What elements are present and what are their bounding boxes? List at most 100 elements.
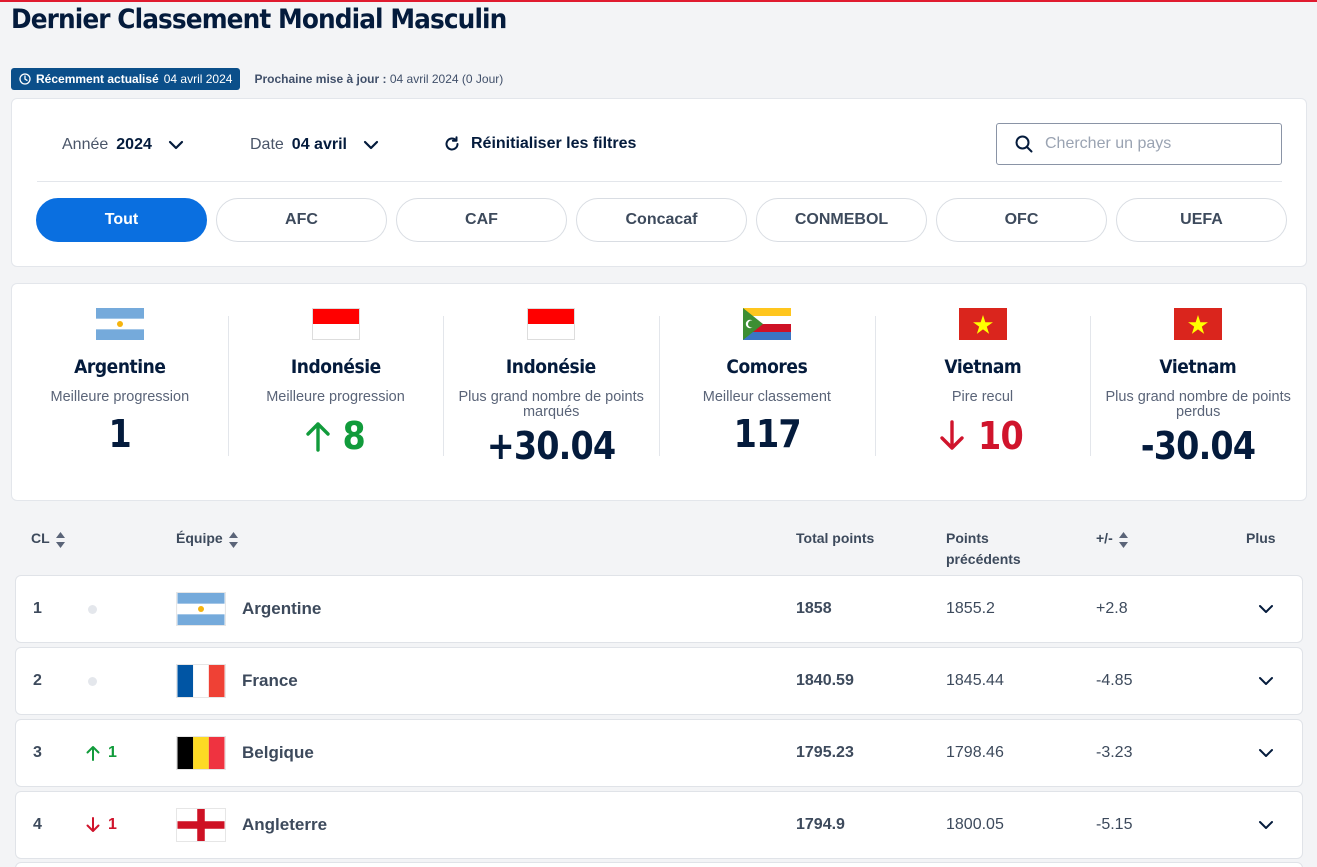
argentina-flag-icon bbox=[95, 308, 144, 340]
row-team[interactable]: Argentine bbox=[242, 599, 321, 619]
column-rank-label: CL bbox=[31, 530, 50, 546]
stat-card[interactable]: Indonésie Meilleure progression 8 bbox=[227, 284, 444, 500]
tab-caf[interactable]: CAF bbox=[396, 198, 567, 242]
stat-value: -30.04 bbox=[1090, 424, 1306, 468]
refresh-icon bbox=[445, 136, 459, 151]
row-previous-points: 1800.05 bbox=[946, 816, 1004, 833]
chevron-down-icon[interactable] bbox=[1258, 603, 1274, 615]
rank-change-up: 1 bbox=[86, 744, 117, 762]
chevron-down-icon[interactable] bbox=[1258, 819, 1274, 831]
tab-tout[interactable]: Tout bbox=[36, 198, 207, 242]
date-value: 04 avril bbox=[291, 136, 347, 153]
search-icon bbox=[1015, 135, 1033, 153]
stat-country: Indonésie bbox=[290, 356, 381, 378]
chevron-down-icon[interactable] bbox=[1258, 675, 1274, 687]
rank-change-down: 1 bbox=[86, 816, 117, 834]
next-update-label: Prochaine mise à jour : bbox=[254, 72, 387, 86]
row-team[interactable]: France bbox=[242, 671, 298, 691]
updated-date: 04 avril 2024 bbox=[163, 72, 233, 86]
filter-divider bbox=[37, 181, 1282, 182]
stat-card[interactable]: Vietnam Pire recul 10 bbox=[874, 284, 1091, 500]
arrow-up-icon bbox=[86, 746, 100, 761]
stat-card[interactable]: Comores Meilleur classement 117 bbox=[659, 284, 875, 500]
no-change-dot bbox=[88, 677, 97, 686]
search-box[interactable] bbox=[996, 123, 1282, 165]
column-team[interactable]: Équipe bbox=[176, 528, 238, 549]
row-rank: 3 bbox=[33, 744, 42, 761]
table-row-partial bbox=[15, 862, 1303, 867]
search-input[interactable] bbox=[1045, 135, 1265, 153]
stat-description: Plus grand nombre de points perdus bbox=[1105, 389, 1291, 420]
date-label: Date bbox=[250, 136, 284, 153]
tab-uefa[interactable]: UEFA bbox=[1116, 198, 1287, 242]
table-row[interactable]: 4 1 Angleterre 1794.9 1800.05 -5.15 bbox=[15, 791, 1303, 859]
table-row[interactable]: 1 Argentine 1858 1855.2 +2.8 bbox=[15, 575, 1303, 643]
updated-label: Récemment actualisé bbox=[36, 72, 159, 86]
belgium-flag-icon bbox=[176, 736, 226, 770]
stat-number: 117 bbox=[733, 412, 801, 456]
row-total-points: 1840.59 bbox=[796, 672, 854, 689]
stat-number: 8 bbox=[342, 414, 365, 458]
arrow-down-icon bbox=[940, 420, 964, 450]
row-rank: 2 bbox=[33, 672, 42, 689]
reset-filters-button[interactable]: Réinitialiser les filtres bbox=[443, 133, 636, 155]
sort-icon bbox=[1118, 532, 1128, 548]
stat-description: Meilleure progression bbox=[266, 389, 405, 405]
comoros-flag-icon bbox=[742, 308, 791, 340]
stat-card[interactable]: Argentine Meilleure progression 1 bbox=[12, 284, 228, 500]
row-diff: +2.8 bbox=[1096, 600, 1128, 617]
clock-icon bbox=[19, 73, 31, 85]
stat-description: Pire recul bbox=[951, 389, 1014, 405]
stat-country: Indonésie bbox=[506, 356, 597, 378]
next-update: Prochaine mise à jour : 04 avril 2024 (0… bbox=[254, 72, 503, 86]
column-previous-label-2: précédents bbox=[946, 551, 1021, 567]
year-label: Année bbox=[62, 136, 109, 153]
row-diff: -5.15 bbox=[1096, 816, 1133, 833]
date-dropdown[interactable]: Date 04 avril bbox=[250, 134, 379, 156]
vietnam-flag-icon bbox=[958, 308, 1007, 340]
filter-panel: Année 2024 Date 04 avril Réinitialiser l… bbox=[11, 98, 1307, 267]
tab-concacaf[interactable]: Concacaf bbox=[576, 198, 747, 242]
stat-description: Meilleure progression bbox=[50, 389, 190, 405]
stat-card[interactable]: Vietnam Plus grand nombre de points perd… bbox=[1090, 284, 1306, 500]
row-total-points: 1795.23 bbox=[796, 744, 854, 761]
table-row[interactable]: 2 France 1840.59 1845.44 -4.85 bbox=[15, 647, 1303, 715]
tab-ofc[interactable]: OFC bbox=[936, 198, 1107, 242]
row-team[interactable]: Belgique bbox=[242, 743, 314, 763]
stat-country: Argentine bbox=[74, 356, 166, 378]
stat-country: Vietnam bbox=[944, 356, 1021, 378]
column-diff[interactable]: +/- bbox=[1096, 528, 1128, 549]
chevron-down-icon bbox=[168, 140, 183, 150]
stat-value: 8 bbox=[228, 414, 444, 458]
top-accent-line bbox=[0, 0, 1317, 2]
chevron-down-icon[interactable] bbox=[1258, 747, 1274, 759]
row-rank: 4 bbox=[33, 816, 42, 833]
stat-country: Vietnam bbox=[1159, 356, 1237, 378]
column-previous-label-1: Points bbox=[946, 530, 989, 546]
vietnam-flag-icon bbox=[1174, 308, 1223, 340]
table-row[interactable]: 3 1 Belgique 1795.23 1798.46 -3.23 bbox=[15, 719, 1303, 787]
row-team[interactable]: Angleterre bbox=[242, 815, 327, 835]
arrow-up-icon bbox=[306, 422, 330, 452]
england-flag-icon bbox=[176, 808, 226, 842]
stat-value: 10 bbox=[875, 414, 1091, 458]
indonesia-flag-icon bbox=[527, 308, 576, 340]
column-team-label: Équipe bbox=[176, 530, 223, 546]
filter-row: Année 2024 Date 04 avril Réinitialiser l… bbox=[12, 99, 1306, 182]
sort-icon bbox=[228, 532, 238, 548]
column-total: Total points bbox=[796, 528, 874, 549]
table-header: CL Équipe Total points Points précédents… bbox=[0, 524, 1317, 572]
reset-filters-label: Réinitialiser les filtres bbox=[471, 135, 637, 152]
row-previous-points: 1845.44 bbox=[946, 672, 1004, 689]
year-dropdown[interactable]: Année 2024 bbox=[62, 134, 184, 156]
confederation-tabs: Tout AFC CAF Concacaf CONMEBOL OFC UEFA bbox=[36, 198, 1287, 242]
update-info: Récemment actualisé 04 avril 2024 Procha… bbox=[11, 68, 503, 90]
stat-card[interactable]: Indonésie Plus grand nombre de points ma… bbox=[443, 284, 659, 500]
rank-change-value: 1 bbox=[108, 744, 117, 761]
stat-number: -30.04 bbox=[1141, 424, 1256, 468]
indonesia-flag-icon bbox=[311, 308, 360, 340]
row-rank: 1 bbox=[33, 600, 42, 617]
tab-conmebol[interactable]: CONMEBOL bbox=[756, 198, 927, 242]
tab-afc[interactable]: AFC bbox=[216, 198, 387, 242]
column-rank[interactable]: CL bbox=[31, 528, 65, 549]
